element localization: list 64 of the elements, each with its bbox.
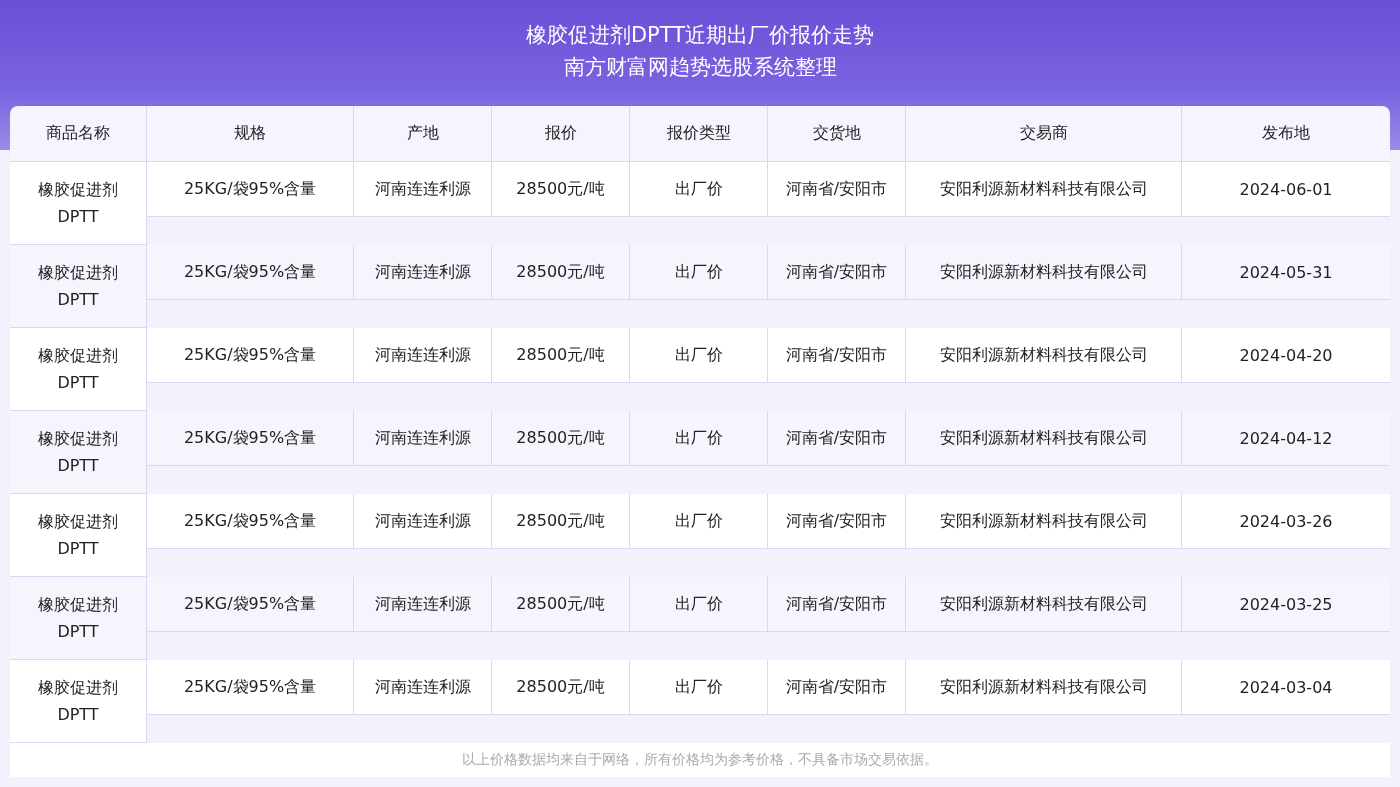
table-cell: 橡胶促进剂DPTT: [10, 494, 147, 577]
table-cell: 橡胶促进剂DPTT: [10, 162, 147, 245]
table-cell: 橡胶促进剂DPTT: [10, 411, 147, 494]
table-cell: 28500元/吨: [492, 660, 630, 715]
table-cell: 橡胶促进剂DPTT: [10, 328, 147, 411]
table-cell: 28500元/吨: [492, 245, 630, 300]
table-cell: 出厂价: [630, 328, 768, 383]
table-cell: 河南连连利源: [354, 577, 492, 632]
table-cell: 28500元/吨: [492, 162, 630, 217]
table-cell: 2024-03-26: [1182, 494, 1390, 549]
page-title: 南方财富网趋势选股系统整理: [563, 54, 837, 80]
table-cell: 河南省/安阳市: [768, 494, 906, 549]
table-cell: 河南省/安阳市: [768, 411, 906, 466]
table-cell: 河南省/安阳市: [768, 328, 906, 383]
table-cell: 河南连连利源: [354, 660, 492, 715]
table-cell: 河南连连利源: [354, 328, 492, 383]
table-cell: 出厂价: [630, 245, 768, 300]
column-header: 产地: [354, 106, 492, 161]
table-cell: 25KG/袋95%含量: [147, 494, 354, 549]
table-cell: 安阳利源新材料科技有限公司: [906, 411, 1182, 466]
table-cell: 2024-03-04: [1182, 660, 1390, 715]
column-header: 发布地: [1261, 122, 1311, 144]
table-cell: 河南连连利源: [354, 411, 492, 466]
table-cell: 2024-04-20: [1182, 328, 1390, 383]
table-cell: 25KG/袋95%含量: [147, 162, 354, 217]
table-cell: 河南省/安阳市: [768, 577, 906, 632]
column-header: 报价类型: [630, 106, 768, 161]
table-cell: 安阳利源新材料科技有限公司: [906, 162, 1182, 217]
table-cell: 28500元/吨: [492, 328, 630, 383]
table-cell: 出厂价: [630, 411, 768, 466]
table-cell: 25KG/袋95%含量: [147, 660, 354, 715]
table-cell: 28500元/吨: [492, 494, 630, 549]
table-cell: 河南省/安阳市: [768, 245, 906, 300]
table-cell: 河南省/安阳市: [768, 162, 906, 217]
column-header: 交货地: [768, 106, 906, 161]
column-header: 交易商: [906, 106, 1182, 161]
page-title: 橡胶促进剂DPTT近期出厂价报价走势: [525, 22, 875, 48]
table-cell: 橡胶促进剂DPTT: [10, 577, 147, 660]
column-header: 商品名称: [10, 106, 147, 161]
table-cell: 2024-06-01: [1182, 162, 1390, 217]
table-cell: 出厂价: [630, 660, 768, 715]
table-cell: 25KG/袋95%含量: [147, 577, 354, 632]
table-cell: 安阳利源新材料科技有限公司: [906, 328, 1182, 383]
table-cell: 橡胶促进剂DPTT: [10, 660, 147, 743]
table-cell: 25KG/袋95%含量: [147, 411, 354, 466]
table-cell: 河南省/安阳市: [768, 660, 906, 715]
column-header: 规格: [147, 106, 354, 161]
table-cell: 安阳利源新材料科技有限公司: [906, 577, 1182, 632]
table-cell: 25KG/袋95%含量: [147, 328, 354, 383]
table-cell: 25KG/袋95%含量: [147, 245, 354, 300]
table-cell: 28500元/吨: [492, 411, 630, 466]
table-cell: 橡胶促进剂DPTT: [10, 245, 147, 328]
table-cell: 河南连连利源: [354, 162, 492, 217]
table-cell: 安阳利源新材料科技有限公司: [906, 494, 1182, 549]
table-cell: 河南连连利源: [354, 245, 492, 300]
table-cell: 出厂价: [630, 577, 768, 632]
table-cell: 出厂价: [630, 494, 768, 549]
table-cell: 出厂价: [630, 162, 768, 217]
table-cell: 28500元/吨: [492, 577, 630, 632]
table-cell: 安阳利源新材料科技有限公司: [906, 660, 1182, 715]
footer-note: 以上价格数据均来自于网络，所有价格均为参考价格，不具备市场交易依据。: [462, 751, 938, 769]
table-cell: 安阳利源新材料科技有限公司: [906, 245, 1182, 300]
table-cell: 河南连连利源: [354, 494, 492, 549]
column-header: 报价: [492, 106, 630, 161]
